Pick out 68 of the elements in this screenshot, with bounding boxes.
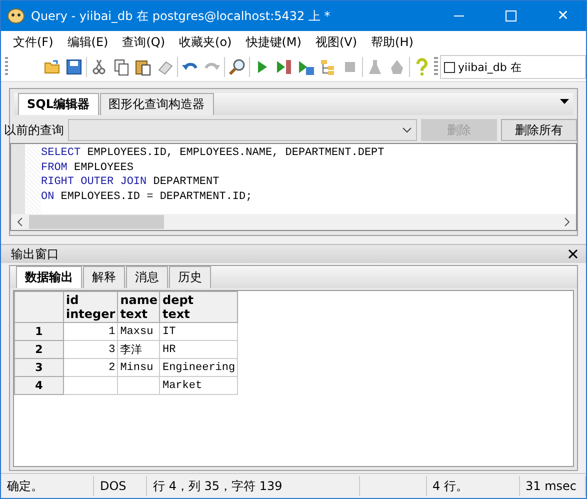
window-title: Query - yiibai_db 在 postgres@localhost:5432 上 * bbox=[31, 8, 332, 24]
row-number: 1 bbox=[14, 322, 64, 340]
status-field: 行 4，列 35，字符 139 bbox=[147, 476, 360, 496]
previous-query-label: 以前的查询 bbox=[4, 122, 64, 138]
close-icon[interactable] bbox=[568, 249, 578, 259]
menu-item[interactable]: 编辑(E) bbox=[61, 34, 116, 50]
table-cell bbox=[118, 376, 160, 394]
table-cell: Minsu bbox=[118, 358, 160, 376]
table-cell bbox=[64, 376, 118, 394]
table-cell: 1 bbox=[64, 322, 118, 340]
table-cell: Engineering bbox=[160, 358, 238, 376]
column-header[interactable]: dept text bbox=[160, 292, 238, 322]
database-selector[interactable]: yiibai_db 在 bbox=[440, 55, 586, 79]
table-cell: Maxsu bbox=[118, 322, 160, 340]
scissors-icon bbox=[90, 58, 108, 76]
table-cell: Market bbox=[160, 376, 238, 394]
output-tab[interactable]: 历史 bbox=[169, 266, 211, 288]
checkbox[interactable] bbox=[444, 62, 455, 72]
scroll-right-icon[interactable] bbox=[562, 217, 572, 227]
dropdown-icon[interactable] bbox=[560, 99, 569, 105]
paste-icon bbox=[134, 58, 152, 76]
editor-tab[interactable]: SQL编辑器 bbox=[18, 93, 98, 115]
table-cell: 2 bbox=[64, 358, 118, 376]
status-field: 31 msec bbox=[520, 476, 586, 496]
play-plan-icon bbox=[275, 58, 293, 76]
menu-item[interactable]: 收藏夹(o) bbox=[173, 34, 240, 50]
maximize-icon bbox=[505, 10, 517, 22]
menu-item[interactable]: 查询(Q) bbox=[116, 34, 174, 50]
code-line: SELECT EMPLOYEES.ID, EMPLOYEES.NAME, DEPARTMENT.DEPT bbox=[41, 146, 384, 160]
table-cell: IT bbox=[160, 322, 238, 340]
save-icon bbox=[65, 58, 83, 76]
output-tab[interactable]: 解释 bbox=[83, 266, 125, 288]
menu-item[interactable]: 帮助(H) bbox=[365, 34, 422, 50]
table-cell: 3 bbox=[64, 340, 118, 358]
code-line: FROM EMPLOYEES bbox=[41, 160, 134, 175]
menu-item[interactable]: 文件(F) bbox=[7, 34, 62, 50]
status-field: 4 行。 bbox=[426, 476, 520, 496]
table-cell: 李洋 bbox=[118, 340, 160, 358]
scroll-left-icon[interactable] bbox=[15, 217, 25, 227]
chevron-down-icon bbox=[402, 127, 412, 133]
row-number: 3 bbox=[14, 358, 64, 376]
sql-editor[interactable]: SELECT EMPLOYEES.ID, EMPLOYEES.NAME, DEPARTMENT.DEPT FROM EMPLOYEES RIGHT OUTER JOIN DEPARTMENT ON EMPLOYEES.ID = DEPARTMENT.ID; bbox=[10, 143, 577, 231]
output-tab[interactable]: 数据输出 bbox=[16, 266, 82, 288]
tree-icon bbox=[319, 58, 337, 76]
status-field: DOS bbox=[94, 476, 147, 496]
code-line: ON EMPLOYEES.ID = DEPARTMENT.ID; bbox=[41, 190, 254, 204]
column-header[interactable]: id integer bbox=[64, 292, 118, 322]
row-number: 2 bbox=[14, 340, 64, 358]
copy-icon bbox=[112, 58, 130, 76]
menu-item[interactable]: 快捷键(M) bbox=[240, 34, 310, 50]
status-field: 确定。 bbox=[1, 476, 94, 496]
close-button[interactable]: ✕ bbox=[540, 1, 586, 31]
app-icon bbox=[7, 7, 25, 25]
output-window-title: 输出窗口 bbox=[11, 246, 60, 262]
fold-margin bbox=[25, 144, 41, 214]
editor-tab[interactable]: 图形化查询构造器 bbox=[100, 93, 214, 115]
scrollbar-thumb[interactable] bbox=[29, 215, 164, 229]
row-number: 4 bbox=[14, 376, 64, 394]
output-tab[interactable]: 消息 bbox=[126, 266, 168, 288]
menu-item[interactable]: 视图(V) bbox=[309, 34, 366, 50]
play-save-icon bbox=[297, 58, 315, 76]
search-icon bbox=[228, 58, 246, 76]
code-line: RIGHT OUTER JOIN DEPARTMENT bbox=[41, 175, 220, 190]
column-header[interactable]: name text bbox=[118, 292, 160, 322]
folder-icon bbox=[43, 58, 61, 76]
database-label: yiibai_db 在 bbox=[458, 60, 522, 74]
delete-all-button[interactable]: 删除所有 bbox=[501, 119, 577, 141]
table-cell: HR bbox=[160, 340, 238, 358]
